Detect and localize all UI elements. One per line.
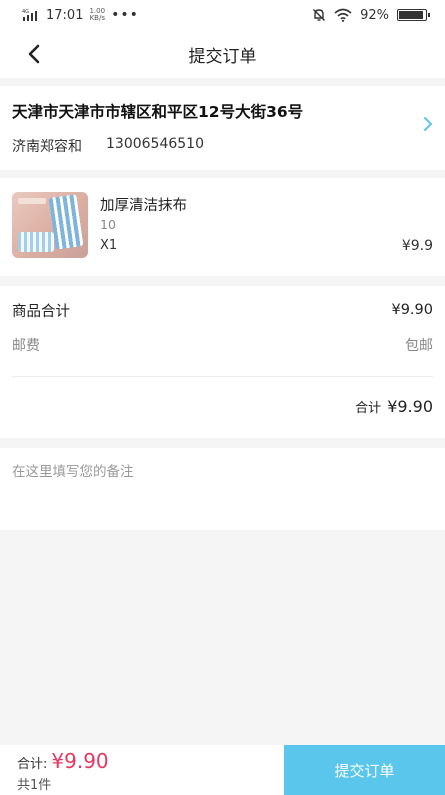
shipping-value: 包邮	[405, 338, 433, 354]
nav-header: 提交订单	[0, 30, 445, 78]
svg-text:4G: 4G	[22, 9, 29, 15]
order-summary: 商品合计 ¥9.90 邮费 包邮 合计 ¥9.90	[0, 286, 445, 438]
status-time: 17:01	[46, 7, 84, 23]
bottom-bar: 合计: ¥9.90 共1件 提交订单	[0, 745, 445, 795]
submit-order-button[interactable]: 提交订单	[284, 745, 445, 795]
product-price: ¥9.9	[401, 238, 433, 254]
network-speed: 1.00 KB/s	[89, 7, 106, 22]
address-card[interactable]: 天津市天津市市辖区和平区12号大街36号 济南郑容和 13006546510	[0, 86, 445, 170]
remark-input[interactable]	[12, 460, 433, 520]
bottom-total-label: 合计:	[17, 757, 48, 772]
goods-total-value: ¥9.90	[391, 302, 433, 318]
product-card: 加厚清洁抹布 10 X1 ¥9.9	[0, 178, 445, 276]
product-spec: 10	[100, 217, 116, 232]
remark-card	[0, 448, 445, 530]
item-count: 共1件	[17, 778, 52, 793]
back-button[interactable]	[20, 40, 48, 68]
chevron-left-icon	[28, 44, 40, 64]
product-thumbnail	[12, 192, 88, 258]
more-dots-icon: •••	[111, 7, 139, 23]
summary-total-label: 合计	[355, 400, 382, 416]
address-line: 天津市天津市市辖区和平区12号大街36号	[12, 103, 304, 121]
mute-bell-icon	[313, 9, 326, 21]
goods-total-label: 商品合计	[12, 303, 70, 320]
recipient-phone: 13006546510	[106, 136, 204, 152]
product-quantity: X1	[100, 238, 118, 253]
goods-total-row: 商品合计 ¥9.90	[12, 286, 433, 332]
battery-level	[399, 11, 423, 19]
product-name: 加厚清洁抹布	[100, 198, 187, 214]
summary-total-value: ¥9.90	[387, 396, 433, 416]
chevron-right-icon	[424, 117, 432, 131]
recipient-name: 济南郑容和	[12, 139, 82, 155]
signal-icon: 4G	[22, 9, 37, 21]
shipping-row: 邮费 包邮	[12, 332, 433, 358]
status-bar: 4G 17:01 1.00 KB/s ••• 92%	[0, 0, 445, 30]
battery-percent: 92%	[360, 7, 389, 23]
summary-total-row: 合计 ¥9.90	[12, 377, 433, 435]
shipping-label: 邮费	[12, 338, 40, 354]
wifi-icon	[334, 8, 352, 22]
battery-icon	[397, 9, 430, 21]
bottom-total-value: ¥9.90	[51, 749, 109, 773]
page-title: 提交订单	[188, 46, 257, 67]
